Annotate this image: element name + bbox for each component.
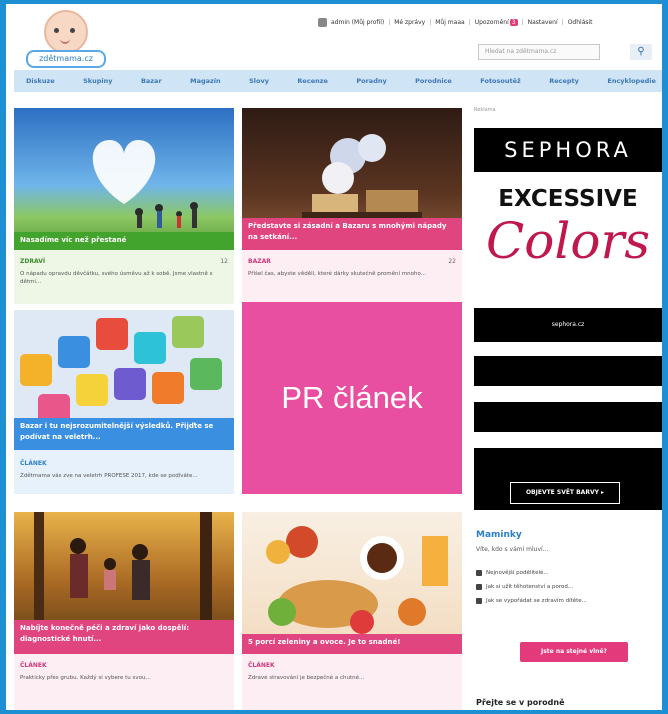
article-tag[interactable]: ČLÁNEK: [20, 460, 47, 467]
article-desc: Prakticky přes grubu. Každý si vybere tu…: [20, 675, 151, 681]
comment-count: 22: [448, 258, 456, 265]
nav-item-poradny[interactable]: Poradny: [356, 77, 386, 85]
nav-item-magazin[interactable]: Magazín: [190, 77, 221, 85]
ad-url: sephora.cz: [551, 321, 585, 328]
messages-link[interactable]: Mé zprávy: [394, 19, 425, 26]
article-card[interactable]: Nabíjte konečně péči a zdraví jako dospě…: [14, 512, 234, 710]
breakfast-food-image: [266, 526, 448, 634]
baby-face-icon: [44, 10, 88, 54]
list-item[interactable]: Jak si užít těhotenství a porod...: [476, 584, 656, 591]
ad-brand: SEPHORA: [474, 128, 662, 172]
article-tag[interactable]: ČLÁNEK: [20, 662, 47, 669]
chat-icon: [476, 570, 482, 576]
article-desc: Zdětmama vás zve na veletrh PROFESE 2017…: [20, 473, 198, 479]
ad-cta-button[interactable]: OBJEVTE SVĚT BARVY ▸: [510, 482, 620, 504]
article-desc: Zdravé stravování je bezpečné a chutné..…: [248, 675, 365, 681]
nav-item-recepty[interactable]: Recepty: [549, 77, 579, 85]
ad-script: Colors: [485, 212, 650, 270]
logout-link[interactable]: Odhlásit: [568, 19, 593, 26]
pr-article-placeholder[interactable]: PR článek: [242, 302, 462, 494]
heart-cloud-image: [92, 140, 198, 228]
comment-count: 12: [220, 258, 228, 265]
nav-item-slovy[interactable]: Slovy: [249, 77, 269, 85]
profile-link[interactable]: admin (Můj profil): [331, 19, 384, 26]
article-card[interactable]: Představte si zásadní a Bazaru s mnohými…: [242, 108, 462, 304]
user-icon: [318, 17, 327, 27]
article-title[interactable]: 5 porcí zeleniny a ovoce. Je to snadné!: [242, 634, 462, 654]
nav-item-diskuze[interactable]: Diskuze: [26, 77, 55, 85]
article-card[interactable]: 5 porcí zeleniny a ovoce. Je to snadné! …: [242, 512, 462, 710]
notifications-link[interactable]: Upozornění: [475, 19, 509, 26]
search-icon[interactable]: ⚲: [630, 44, 652, 60]
article-image: [242, 512, 462, 652]
user-bar: admin (Můj profil) | Mé zprávy | Můj maa…: [318, 14, 658, 30]
sephora-ad-banner[interactable]: SEPHORA EXCESSIVE Colors sephora.cz OBJE…: [474, 116, 662, 510]
article-title[interactable]: Bazar i tu nejsrozumitelnější výsledků. …: [14, 418, 234, 450]
article-tag[interactable]: BAZAR: [248, 258, 271, 265]
ad-headline: EXCESSIVE: [498, 186, 638, 212]
article-title[interactable]: Představte si zásadní a Bazaru s mnohými…: [242, 218, 462, 250]
settings-link[interactable]: Nastavení: [528, 19, 558, 26]
maminky-list: Nejnovější podělitelé... Jak si užít těh…: [476, 570, 656, 612]
nav-item-encyklopedie[interactable]: Encyklopedie: [607, 77, 656, 85]
nav-item-recenze[interactable]: Recenze: [297, 77, 328, 85]
maminky-button[interactable]: Jste na stejné vlně?: [520, 642, 628, 662]
article-title[interactable]: Nasadíme víc než přestané: [14, 232, 234, 250]
ad-stripe: [474, 356, 662, 386]
section-title: Přejte se v porodně: [476, 698, 565, 707]
article-image: [14, 108, 234, 248]
nav-item-porodnice[interactable]: Porodnice: [415, 77, 452, 85]
nav-item-skupiny[interactable]: Skupiny: [83, 77, 112, 85]
article-desc: Přišel čas, abyste věděli, které dárky s…: [248, 271, 426, 277]
nav-item-bazar[interactable]: Bazar: [141, 77, 162, 85]
list-item[interactable]: Nejnovější podělitelé...: [476, 570, 656, 577]
article-tag[interactable]: ZDRAVÍ: [20, 258, 45, 265]
page-frame: zdětmama.cz admin (Můj profil) | Mé zprá…: [6, 4, 662, 710]
article-card[interactable]: Nasadíme víc než přestané ZDRAVÍ 12 O ná…: [14, 108, 234, 304]
pencil-icon: [476, 584, 482, 590]
list-item[interactable]: Jak se vypořádat se zdravím dítěte...: [476, 598, 656, 605]
ad-stripe: [474, 402, 662, 432]
search-input[interactable]: Hledat na zdětmama.cz: [478, 44, 600, 60]
nav-item-fotosoutez[interactable]: Fotosoutěž: [480, 77, 520, 85]
article-card[interactable]: Bazar i tu nejsrozumitelnější výsledků. …: [14, 310, 234, 494]
logo-text: zdětmama.cz: [26, 50, 106, 68]
maminky-subtitle: Víte, kdo s vámi mluví...: [476, 546, 549, 553]
mail-icon: [476, 598, 482, 604]
site-logo[interactable]: zdětmama.cz: [26, 10, 106, 68]
notification-badge: 3: [509, 18, 518, 26]
my-link[interactable]: Můj maaa: [435, 19, 464, 26]
article-desc: O nápadu opravdu děvčátku, svého úsměvu …: [20, 271, 213, 285]
ad-label: Reklama: [474, 107, 496, 113]
article-title[interactable]: Nabíjte konečně péči a zdraví jako dospě…: [14, 620, 234, 654]
article-tag[interactable]: ČLÁNEK: [248, 662, 275, 669]
main-nav: Diskuze Skupiny Bazar Magazín Slovy Rece…: [14, 70, 662, 92]
maminky-title: Maminky: [476, 530, 522, 540]
